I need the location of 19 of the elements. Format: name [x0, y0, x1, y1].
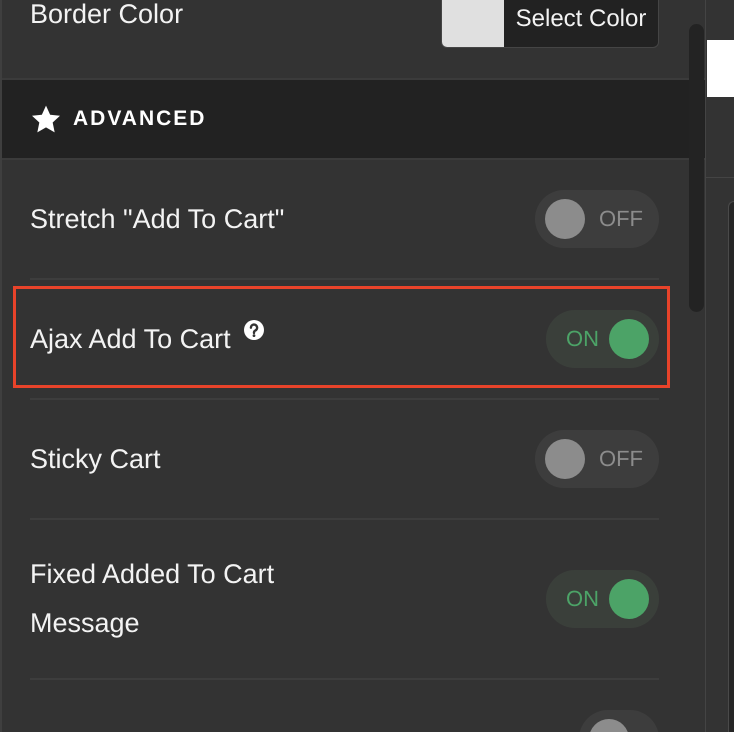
- toggle-switch[interactable]: ON: [546, 570, 659, 628]
- toggle-knob: [609, 319, 649, 359]
- select-color-button[interactable]: Select Color: [441, 0, 659, 48]
- toggle-knob: [609, 579, 649, 619]
- toggle-switch[interactable]: ON: [546, 310, 659, 368]
- setting-label: Sticky Cart: [30, 442, 161, 476]
- section-title: ADVANCED: [73, 107, 206, 131]
- toggle-knob: [545, 199, 585, 239]
- help-icon[interactable]: [244, 320, 264, 340]
- toggle-switch[interactable]: OFF: [535, 430, 659, 488]
- setting-label: Ajax Add To Cart: [30, 322, 231, 356]
- setting-label: Border Color: [30, 0, 184, 31]
- star-icon: [32, 105, 60, 133]
- setting-label: Stretch "Add To Cart": [30, 202, 284, 236]
- setting-label: Fixed Added To Cart Message: [30, 558, 276, 640]
- toggle-knob: [545, 439, 585, 479]
- toggle-switch[interactable]: OFF: [535, 190, 659, 248]
- preview-block: [707, 40, 734, 97]
- scrollbar-thumb[interactable]: [689, 24, 704, 312]
